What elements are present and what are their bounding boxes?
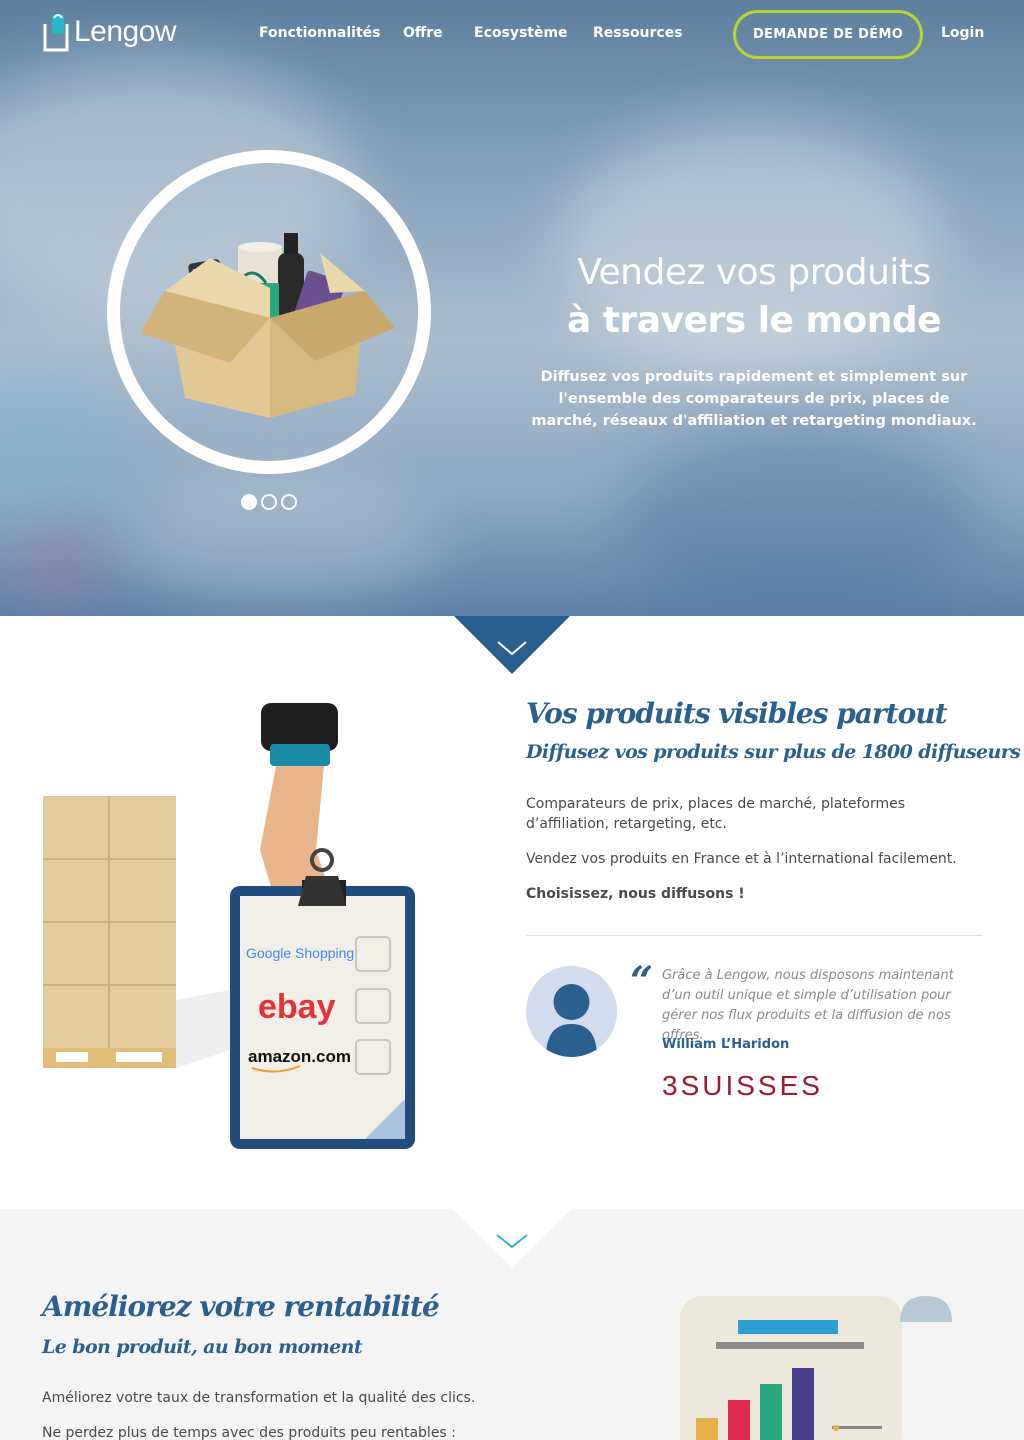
channel-google-shopping: Google Shopping: [246, 945, 354, 961]
rentabilite-paragraph-2: Ne perdez plus de temps avec des produit…: [42, 1425, 456, 1440]
scroll-down-arrow-icon[interactable]: [454, 616, 570, 676]
top-navigation: Lengow Fonctionnalités Offre Ecosystème …: [0, 0, 1024, 70]
demo-request-button[interactable]: DEMANDE DE DÉMO: [733, 10, 923, 59]
shopping-bag-icon: [43, 14, 69, 52]
product-box-illustration: [140, 233, 395, 418]
testimonial-author: William L’Haridon: [662, 1037, 790, 1052]
visible-section-title: Vos produits visibles partout: [526, 697, 948, 730]
scroll-down-arrow-icon-2[interactable]: [452, 1209, 572, 1269]
testimonial-quote: Grâce à Lengow, nous disposons maintenan…: [662, 968, 954, 1043]
company-logo: 3SUISSES: [662, 1070, 823, 1101]
login-link[interactable]: Login: [941, 25, 984, 41]
visible-paragraph-3: Choisissez, nous diffusons !: [526, 886, 745, 902]
nav-item-ecosysteme[interactable]: Ecosystème: [474, 25, 568, 41]
logo-text: Lengow: [74, 15, 177, 48]
channel-ebay: ebay: [258, 988, 336, 1026]
boxes-pallet: [43, 796, 230, 1068]
hero-image-circle: [107, 150, 431, 474]
logo[interactable]: Lengow: [42, 10, 177, 54]
hero-title-line2: à travers le monde: [566, 300, 942, 341]
hero-section: Lengow Fonctionnalités Offre Ecosystème …: [0, 0, 1024, 616]
report-chart-illustration: [680, 1296, 952, 1440]
rentabilite-subtitle: Le bon produit, au bon moment: [42, 1336, 363, 1358]
hero-description: Diffusez vos produits rapidement et simp…: [531, 369, 977, 429]
user-icon: [546, 984, 597, 1057]
nav-item-offre[interactable]: Offre: [403, 25, 443, 41]
visible-paragraph-1: Comparateurs de prix, places de marché, …: [526, 796, 906, 832]
carousel-dot-3[interactable]: [281, 494, 297, 510]
rentabilite-title: Améliorez votre rentabilité: [42, 1290, 440, 1323]
nav-item-fonctionnalites[interactable]: Fonctionnalités: [259, 25, 381, 41]
carousel-dot-2[interactable]: [261, 494, 277, 510]
carousel-dot-1[interactable]: [241, 494, 257, 510]
hero-title-line1: Vendez vos produits: [577, 252, 931, 293]
visible-section-subtitle: Diffusez vos produits sur plus de 1800 d…: [526, 741, 1021, 763]
nav-item-ressources[interactable]: Ressources: [593, 25, 683, 41]
rentabilite-paragraph-1: Améliorez votre taux de transformation e…: [42, 1390, 476, 1406]
channels-clipboard-illustration: Google Shopping ebay amazon.com: [43, 703, 415, 1149]
visible-paragraph-2: Vendez vos produits en France et à l’int…: [526, 851, 957, 867]
quote-icon: “: [630, 958, 654, 1005]
carousel-dots: [241, 494, 297, 510]
channel-amazon: amazon.com: [248, 1047, 351, 1066]
avatar: [526, 966, 617, 1057]
divider: [526, 935, 982, 936]
